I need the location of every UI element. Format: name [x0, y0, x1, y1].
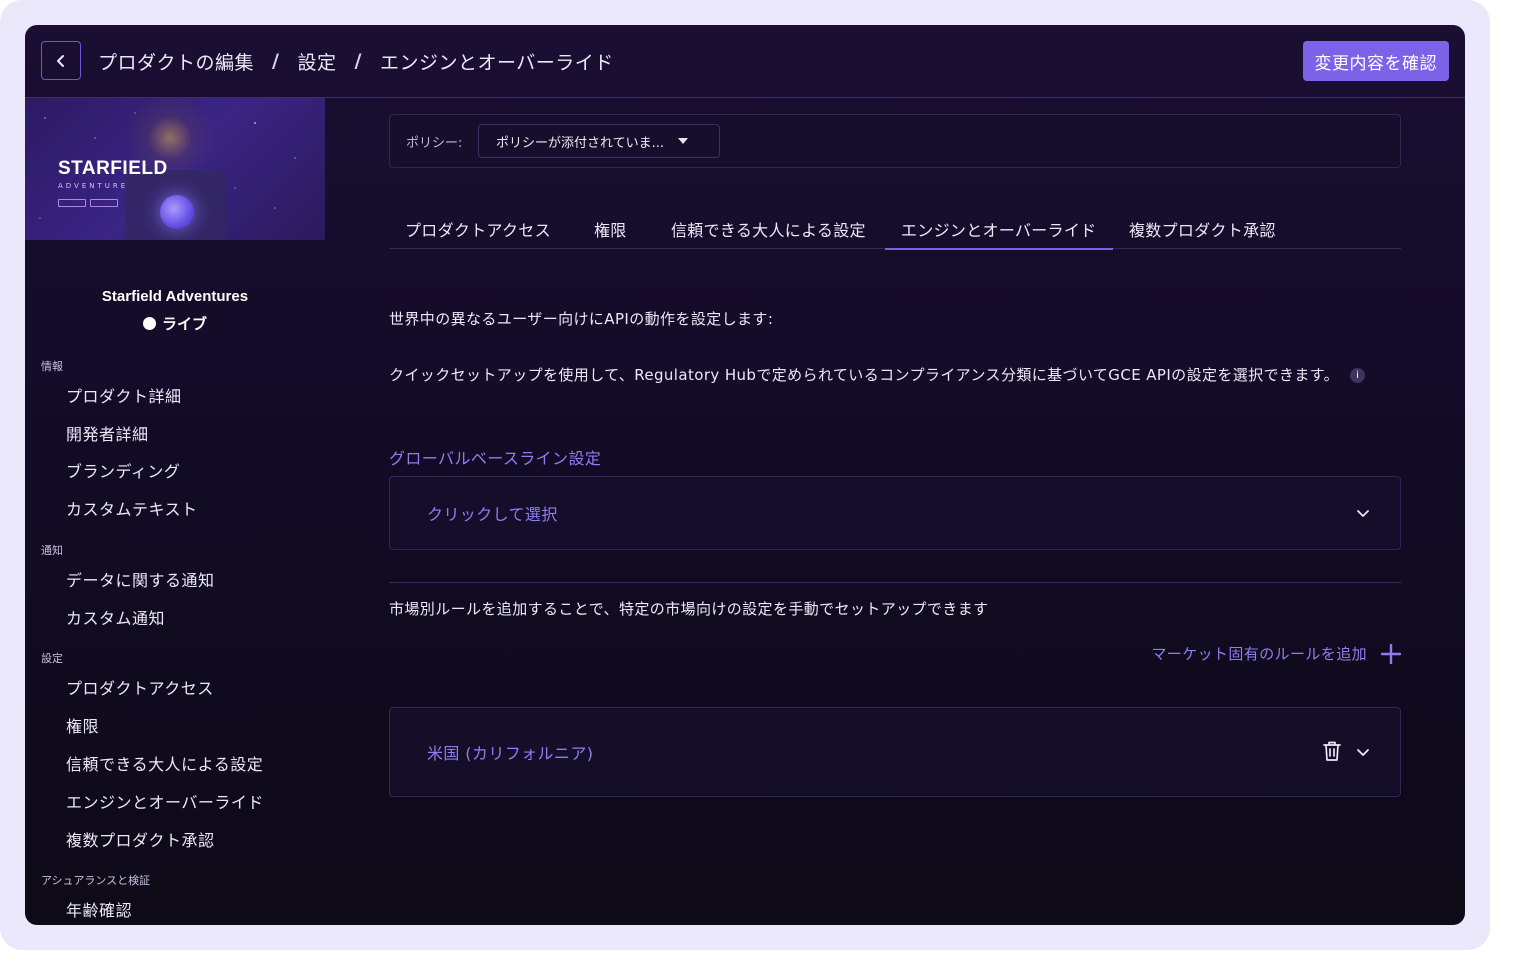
hero-subtitle: ADVENTURE: [58, 182, 129, 190]
breadcrumb-item-settings[interactable]: 設定: [297, 48, 336, 75]
breadcrumb-item-current: エンジンとオーバーライド: [379, 51, 614, 74]
baseline-select-placeholder: クリックして選択: [427, 505, 558, 524]
tab-permissions[interactable]: 権限: [578, 208, 655, 249]
intro-text: 世界中の異なるユーザー向けにAPIの動作を設定します:: [389, 310, 774, 328]
sidebar-item-age-verification[interactable]: 年齢確認: [66, 897, 132, 921]
policy-label: ポリシー:: [406, 136, 463, 151]
status-dot-icon: [142, 317, 156, 330]
planet-graphic: [160, 195, 194, 229]
nav-section-notifications: 通知: [41, 544, 63, 557]
tab-engines-overrides[interactable]: エンジンとオーバーライド: [885, 208, 1113, 250]
sidebar-item-product-details[interactable]: プロダクト詳細: [66, 383, 182, 407]
sidebar-item-multi-product-approval[interactable]: 複数プロダクト承認: [66, 827, 215, 851]
sidebar-item-trusted-adult[interactable]: 信頼できる大人による設定: [66, 751, 263, 775]
product-hero-image: STARFIELD ADVENTURE: [25, 98, 325, 240]
top-bar: プロダクトの編集 / 設定 / エンジンとオーバーライド 変更内容を確認: [25, 25, 1465, 98]
sidebar-item-branding[interactable]: ブランディング: [66, 458, 180, 482]
info-icon[interactable]: i: [1350, 368, 1366, 383]
nav-section-assurance: アシュアランスと検証: [41, 874, 151, 887]
app-window: プロダクトの編集 / 設定 / エンジンとオーバーライド 変更内容を確認 STA…: [25, 25, 1465, 925]
add-market-rule-label: マーケット固有のルールを追加: [1151, 645, 1367, 663]
tab-multi-product-approval[interactable]: 複数プロダクト承認: [1113, 208, 1303, 249]
trash-icon[interactable]: [1322, 740, 1342, 762]
sidebar-item-custom-text[interactable]: カスタムテキスト: [66, 496, 198, 520]
product-name: Starfield Adventures: [101, 288, 249, 305]
status-badge: ライブ: [25, 313, 325, 334]
status-label: ライブ: [161, 315, 207, 333]
baseline-select[interactable]: クリックして選択: [389, 476, 1401, 550]
breadcrumb-separator: /: [354, 50, 362, 72]
nav-section-info: 情報: [41, 360, 63, 373]
policy-select-value: ポリシーが添付されていま...: [496, 135, 665, 151]
sidebar-item-permissions[interactable]: 権限: [66, 713, 99, 737]
policy-bar: ポリシー: ポリシーが添付されていま...: [389, 114, 1401, 168]
add-market-rule-button[interactable]: マーケット固有のルールを追加: [1151, 643, 1401, 664]
hero-buttons: [58, 199, 118, 207]
market-rules-text: 市場別ルールを追加することで、特定の市場向けの設定を手動でセットアップできます: [389, 600, 989, 618]
chevron-down-icon[interactable]: [1356, 745, 1370, 759]
policy-select[interactable]: ポリシーが添付されていま...: [478, 124, 720, 158]
plus-icon: [1381, 643, 1401, 664]
main-content: ポリシー: ポリシーが添付されていま... プロダクトアクセス 権限 信頼できる…: [389, 98, 1401, 925]
review-changes-button[interactable]: 変更内容を確認: [1302, 41, 1449, 81]
caret-down-icon: [678, 138, 689, 144]
sidebar-item-developer-details[interactable]: 開発者詳細: [66, 421, 149, 445]
breadcrumb-separator: /: [272, 50, 280, 72]
market-rule-item[interactable]: 米国 (カリフォルニア): [389, 707, 1401, 797]
baseline-title: グローバルベースライン設定: [389, 449, 602, 468]
sidebar-item-data-notifications[interactable]: データに関する通知: [66, 567, 215, 591]
back-button[interactable]: [41, 41, 81, 80]
tab-product-access[interactable]: プロダクトアクセス: [389, 208, 578, 249]
quick-setup-description: クイックセットアップを使用して、Regulatory Hubで定められているコン…: [389, 366, 1340, 384]
sidebar-item-engines-overrides[interactable]: エンジンとオーバーライド: [66, 789, 264, 813]
hero-title: STARFIELD: [58, 158, 168, 179]
nav-section-settings: 設定: [41, 652, 63, 665]
chevron-left-icon: [57, 54, 64, 67]
breadcrumb: プロダクトの編集 / 設定 / エンジンとオーバーライド: [98, 47, 614, 75]
breadcrumb-item-edit-product[interactable]: プロダクトの編集: [98, 48, 254, 75]
sidebar-item-product-access[interactable]: プロダクトアクセス: [66, 675, 214, 699]
sidebar-item-custom-notifications[interactable]: カスタム通知: [66, 605, 165, 629]
tab-bar: プロダクトアクセス 権限 信頼できる大人による設定 エンジンとオーバーライド 複…: [389, 208, 1401, 250]
sidebar: STARFIELD ADVENTURE Starfield Adventures…: [25, 98, 325, 925]
tab-trusted-adult[interactable]: 信頼できる大人による設定: [655, 208, 885, 249]
chevron-down-icon: [1357, 510, 1369, 517]
divider: [389, 582, 1401, 583]
market-rule-label: 米国 (カリフォルニア): [427, 744, 594, 763]
quick-setup-text: クイックセットアップを使用して、Regulatory Hubで定められているコン…: [389, 363, 1401, 387]
